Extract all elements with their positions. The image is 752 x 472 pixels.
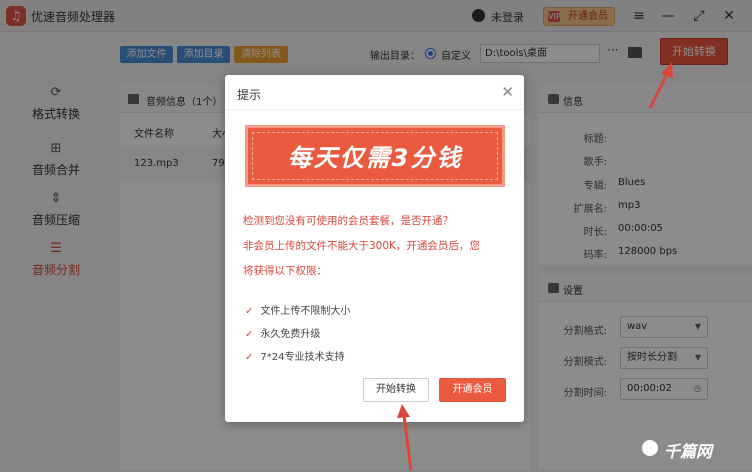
check-icon: ✓ (245, 329, 254, 340)
close-icon[interactable]: ✕ (501, 83, 514, 101)
watermark: 千篇网 (642, 438, 742, 461)
dialog-header: 提示 ✕ (225, 75, 524, 110)
benefit-item: ✓ 文件上传不限制大小 (245, 302, 350, 317)
dialog-message-2: 非会员上传的文件不能大于300K，开通会员后，您 (243, 240, 480, 252)
dialog-message-1: 检测到您没有可使用的会员套餐，是否开通？ (243, 215, 453, 227)
check-icon: ✓ (245, 352, 254, 363)
benefit-label: 7*24专业技术支持 (260, 352, 345, 363)
vip-prompt-dialog: 提示 ✕ 每天仅需3分钱 检测到您没有可使用的会员套餐，是否开通？ 非会员上传的… (225, 75, 524, 422)
promo-banner: 每天仅需3分钱 (245, 125, 505, 187)
benefit-label: 文件上传不限制大小 (260, 306, 351, 317)
benefit-item: ✓ 永久免费升级 (245, 325, 320, 340)
dialog-start-convert-button[interactable]: 开始转换 (363, 378, 429, 402)
check-icon: ✓ (245, 306, 254, 317)
watermark-text: 千篇网 (664, 442, 713, 461)
promo-banner-text: 每天仅需3分钱 (287, 144, 463, 172)
dialog-open-vip-button[interactable]: 开通会员 (439, 378, 506, 402)
benefit-item: ✓ 7*24专业技术支持 (245, 348, 344, 363)
watermark-logo-icon (642, 440, 658, 456)
dialog-title: 提示 (237, 88, 262, 102)
dialog-message-3: 将获得以下权限： (243, 265, 327, 277)
benefit-label: 永久免费升级 (260, 329, 321, 340)
